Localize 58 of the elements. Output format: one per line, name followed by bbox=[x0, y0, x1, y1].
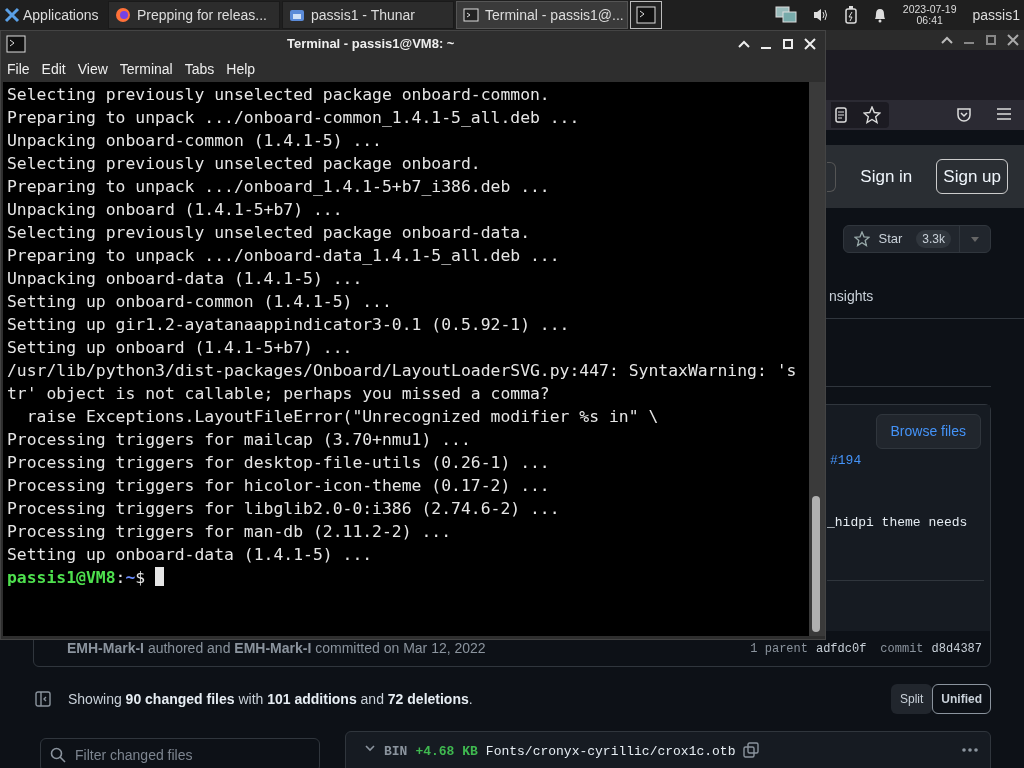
parent-label: 1 parent bbox=[750, 640, 808, 658]
terminal-line: Unpacking onboard-common (1.4.1-5) ... bbox=[7, 130, 383, 152]
menu-item[interactable]: Help bbox=[220, 58, 262, 80]
taskbar-button[interactable]: Prepping for releas... bbox=[108, 1, 280, 29]
prompt-symbol: $ bbox=[135, 568, 146, 587]
user-name[interactable]: passis1 bbox=[972, 4, 1020, 26]
view-mode-toggle[interactable]: Unified bbox=[932, 684, 991, 714]
sign-up-button[interactable]: Sign up bbox=[936, 158, 1008, 195]
prompt-separator: : bbox=[115, 568, 126, 587]
file-path: Fonts/cronyx-cyrillic/crox1c.otb bbox=[485, 743, 736, 761]
terminal-line: Setting up onboard (1.4.1-5+b7) ... bbox=[7, 337, 354, 359]
terminal-line: Processing triggers for libglib2.0-0:i386 (2.74.6-2) ... bbox=[7, 498, 561, 520]
prompt-path: ~ bbox=[125, 568, 136, 587]
terminal-line: Selecting previously unselected package onboard-data. bbox=[7, 222, 531, 244]
window-title: Terminal - passis1@VM8: ~ bbox=[287, 35, 455, 54]
view-mode-toggle[interactable]: Split bbox=[891, 684, 933, 714]
terminal-line: Unpacking onboard (1.4.1-5+b7) ... bbox=[7, 199, 344, 221]
terminal-line: Setting up gir1.2-ayatanaappindicator3-0.1 (0.5.92-1) ... bbox=[7, 314, 571, 336]
parent-sha-link[interactable]: adfdc0f bbox=[815, 639, 867, 658]
commit-sha: d8d4387 bbox=[931, 640, 982, 658]
pull-request-link[interactable]: #194 bbox=[830, 453, 862, 468]
commit-label: commit bbox=[880, 640, 924, 658]
star-button[interactable]: Star 3.3k bbox=[843, 225, 991, 253]
menu-item[interactable]: Tabs bbox=[178, 58, 221, 80]
terminal-line: Processing triggers for hicolor-icon-theme (0.17-2) ... bbox=[7, 475, 551, 497]
taskbar-button[interactable]: Terminal - passis1@... bbox=[456, 1, 628, 29]
file-size-change: +4.68 KB bbox=[415, 743, 478, 761]
terminal-line: Setting up onboard-common (1.4.1-5) ... bbox=[7, 291, 393, 313]
star-count: 3.3k bbox=[916, 230, 951, 248]
terminal-line: Preparing to unpack .../onboard-data_1.4.1-5_all.deb ... bbox=[7, 245, 561, 267]
terminal-line: Preparing to unpack .../onboard-common_1.4.1-5_all.deb ... bbox=[7, 107, 581, 129]
terminal-line: Selecting previously unselected package onboard-common. bbox=[7, 84, 551, 106]
menu-item[interactable]: Edit bbox=[35, 58, 72, 80]
terminal-line: /usr/lib/python3/dist-packages/Onboard/LayoutLoaderSVG.py:447: SyntaxWarning: 's bbox=[7, 360, 798, 382]
sign-in-link[interactable]: Sign in bbox=[860, 163, 913, 190]
browse-files-button[interactable]: Browse files bbox=[875, 414, 981, 449]
terminal-line: raise Exceptions.LayoutFileError("Unrecognized modifier %s in" \ bbox=[25, 406, 660, 428]
terminal-line: Unpacking onboard-data (1.4.1-5) ... bbox=[7, 268, 364, 290]
terminal-line: Processing triggers for man-db (2.11.2-2) ... bbox=[7, 521, 453, 543]
file-type-label: BIN bbox=[384, 743, 408, 761]
prompt-user-host: passis1@VM8 bbox=[7, 568, 116, 587]
terminal-line: tr' object is not callable; perhaps you missed a comma? bbox=[7, 383, 551, 405]
terminal-line: Selecting previously unselected package onboard. bbox=[7, 153, 482, 175]
filter-field[interactable]: Filter changed files bbox=[40, 738, 320, 768]
commit-byline: EMH-Mark-I authored and EMH-Mark-I committed on Mar 12, 2022 bbox=[67, 639, 486, 658]
terminal-line: Preparing to unpack .../onboard_1.4.1-5+b7_i386.deb ... bbox=[7, 176, 551, 198]
terminal-line: Processing triggers for mailcap (3.70+nmu1) ... bbox=[7, 429, 472, 451]
diff-summary: Showing 90 changed files with 101 additions and 72 deletions. bbox=[68, 689, 473, 709]
menu-item[interactable]: View bbox=[71, 58, 114, 80]
clock[interactable]: 2023-07-19 06:41 bbox=[902, 4, 957, 26]
terminal-line: Processing triggers for desktop-file-utils (0.26-1) ... bbox=[7, 452, 551, 474]
taskbar-button[interactable]: passis1 - Thunar bbox=[282, 1, 454, 29]
terminal-line: Setting up onboard-data (1.4.1-5) ... bbox=[7, 544, 374, 566]
applications-menu[interactable]: Applications bbox=[0, 4, 108, 26]
menu-item[interactable]: File bbox=[1, 58, 36, 80]
commit-message: _hidpi theme needs bbox=[827, 515, 968, 530]
menu-item[interactable]: Terminal bbox=[113, 58, 179, 80]
insights-tab[interactable]: nsights bbox=[829, 286, 874, 318]
